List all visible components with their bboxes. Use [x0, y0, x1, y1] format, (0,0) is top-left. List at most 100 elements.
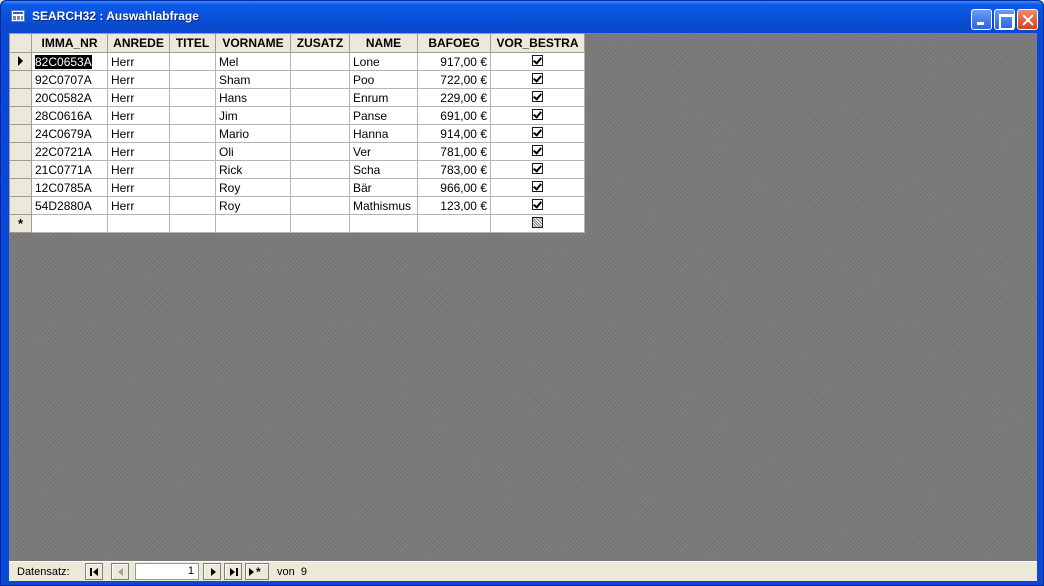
cell-imma-nr[interactable]: 28C0616A	[31, 106, 108, 125]
cell-titel[interactable]	[169, 142, 216, 161]
cell-bafoeg[interactable]: 123,00 €	[417, 196, 491, 215]
cell-vor-bestra[interactable]	[490, 70, 585, 89]
cell-bafoeg[interactable]: 966,00 €	[417, 178, 491, 197]
table-row[interactable]: 24C0679A Herr Mario Hanna 914,00 €	[9, 124, 585, 143]
cell-name[interactable]: Poo	[349, 70, 418, 89]
table-row[interactable]: 28C0616A Herr Jim Panse 691,00 €	[9, 106, 585, 125]
cell-anrede[interactable]: Herr	[107, 178, 170, 197]
close-button[interactable]	[1017, 9, 1038, 30]
cell-imma-nr[interactable]: 92C0707A	[31, 70, 108, 89]
cell-imma-nr[interactable]: 22C0721A	[31, 142, 108, 161]
cell-zusatz[interactable]	[290, 124, 350, 143]
row-selector[interactable]	[9, 88, 32, 107]
cell-titel[interactable]	[169, 70, 216, 89]
cell-zusatz[interactable]	[290, 196, 350, 215]
cell-titel[interactable]	[169, 160, 216, 179]
column-header[interactable]: NAME	[349, 33, 418, 53]
table-row[interactable]: 92C0707A Herr Sham Poo 722,00 €	[9, 70, 585, 89]
row-selector[interactable]	[9, 196, 32, 215]
row-selector[interactable]	[9, 142, 32, 161]
cell-vor-bestra[interactable]	[490, 178, 585, 197]
cell-zusatz[interactable]	[290, 142, 350, 161]
column-header[interactable]: ZUSATZ	[290, 33, 350, 53]
cell-vor-bestra[interactable]	[490, 124, 585, 143]
cell-imma-nr[interactable]: 21C0771A	[31, 160, 108, 179]
empty-cell[interactable]	[169, 214, 216, 233]
table-row[interactable]: 22C0721A Herr Oli Ver 781,00 €	[9, 142, 585, 161]
cell-titel[interactable]	[169, 124, 216, 143]
cell-vor-bestra[interactable]	[490, 52, 585, 71]
cell-imma-nr[interactable]: 82C0653A	[31, 52, 108, 71]
cell-vor-bestra[interactable]	[490, 106, 585, 125]
cell-anrede[interactable]: Herr	[107, 70, 170, 89]
column-header[interactable]: VOR_BESTRA	[490, 33, 585, 53]
cell-vorname[interactable]: Mel	[215, 52, 291, 71]
checkbox-icon[interactable]	[532, 90, 543, 102]
cell-zusatz[interactable]	[290, 178, 350, 197]
cell-name[interactable]: Lone	[349, 52, 418, 71]
cell-anrede[interactable]: Herr	[107, 88, 170, 107]
row-selector[interactable]	[9, 178, 32, 197]
column-header[interactable]: IMMA_NR	[31, 33, 108, 53]
next-record-button[interactable]	[203, 563, 221, 580]
cell-imma-nr[interactable]: 12C0785A	[31, 178, 108, 197]
cell-zusatz[interactable]	[290, 70, 350, 89]
empty-cell[interactable]	[349, 214, 418, 233]
cell-vorname[interactable]: Mario	[215, 124, 291, 143]
first-record-button[interactable]	[85, 563, 103, 580]
cell-anrede[interactable]: Herr	[107, 142, 170, 161]
checkbox-icon[interactable]	[532, 180, 543, 192]
cell-name[interactable]: Bär	[349, 178, 418, 197]
cell-titel[interactable]	[169, 196, 216, 215]
column-header[interactable]: ANREDE	[107, 33, 170, 53]
select-all-corner[interactable]	[9, 33, 32, 53]
cell-name[interactable]: Panse	[349, 106, 418, 125]
cell-name[interactable]: Ver	[349, 142, 418, 161]
cell-vorname[interactable]: Sham	[215, 70, 291, 89]
cell-bafoeg[interactable]: 783,00 €	[417, 160, 491, 179]
cell-vorname[interactable]: Rick	[215, 160, 291, 179]
current-record-input[interactable]: 1	[135, 563, 199, 580]
cell-vor-bestra[interactable]	[490, 142, 585, 161]
cell-anrede[interactable]: Herr	[107, 160, 170, 179]
cell-bafoeg[interactable]: 691,00 €	[417, 106, 491, 125]
new-record-button[interactable]: *	[245, 563, 269, 580]
cell-imma-nr[interactable]: 54D2880A	[31, 196, 108, 215]
cell-titel[interactable]	[169, 178, 216, 197]
cell-vorname[interactable]: Roy	[215, 196, 291, 215]
cell-name[interactable]: Enrum	[349, 88, 418, 107]
cell-vor-bestra[interactable]	[490, 196, 585, 215]
column-header[interactable]: TITEL	[169, 33, 216, 53]
empty-cell[interactable]	[417, 214, 491, 233]
table-row[interactable]: 20C0582A Herr Hans Enrum 229,00 €	[9, 88, 585, 107]
column-header[interactable]: VORNAME	[215, 33, 291, 53]
checkbox-icon[interactable]	[532, 216, 543, 228]
row-selector[interactable]	[9, 106, 32, 125]
row-selector[interactable]	[9, 52, 32, 71]
cell-name[interactable]: Mathismus	[349, 196, 418, 215]
cell-titel[interactable]	[169, 106, 216, 125]
checkbox-icon[interactable]	[532, 144, 543, 156]
cell-vorname[interactable]: Hans	[215, 88, 291, 107]
cell-imma-nr[interactable]: 20C0582A	[31, 88, 108, 107]
cell-vor-bestra[interactable]	[490, 88, 585, 107]
checkbox-icon[interactable]	[532, 108, 543, 120]
row-selector[interactable]	[9, 70, 32, 89]
empty-cell[interactable]	[290, 214, 350, 233]
checkbox-icon[interactable]	[532, 54, 543, 66]
minimize-button[interactable]	[971, 9, 992, 30]
cell-titel[interactable]	[169, 88, 216, 107]
cell-zusatz[interactable]	[290, 106, 350, 125]
cell-anrede[interactable]: Herr	[107, 52, 170, 71]
cell-bafoeg[interactable]: 781,00 €	[417, 142, 491, 161]
table-row[interactable]: 12C0785A Herr Roy Bär 966,00 €	[9, 178, 585, 197]
table-row[interactable]: 82C0653A Herr Mel Lone 917,00 €	[9, 52, 585, 71]
cell-vorname[interactable]: Roy	[215, 178, 291, 197]
empty-cell[interactable]	[31, 214, 108, 233]
cell-titel[interactable]	[169, 52, 216, 71]
maximize-button[interactable]	[994, 9, 1015, 30]
checkbox-icon[interactable]	[532, 72, 543, 84]
cell-imma-nr[interactable]: 24C0679A	[31, 124, 108, 143]
cell-bafoeg[interactable]: 229,00 €	[417, 88, 491, 107]
cell-vorname[interactable]: Oli	[215, 142, 291, 161]
